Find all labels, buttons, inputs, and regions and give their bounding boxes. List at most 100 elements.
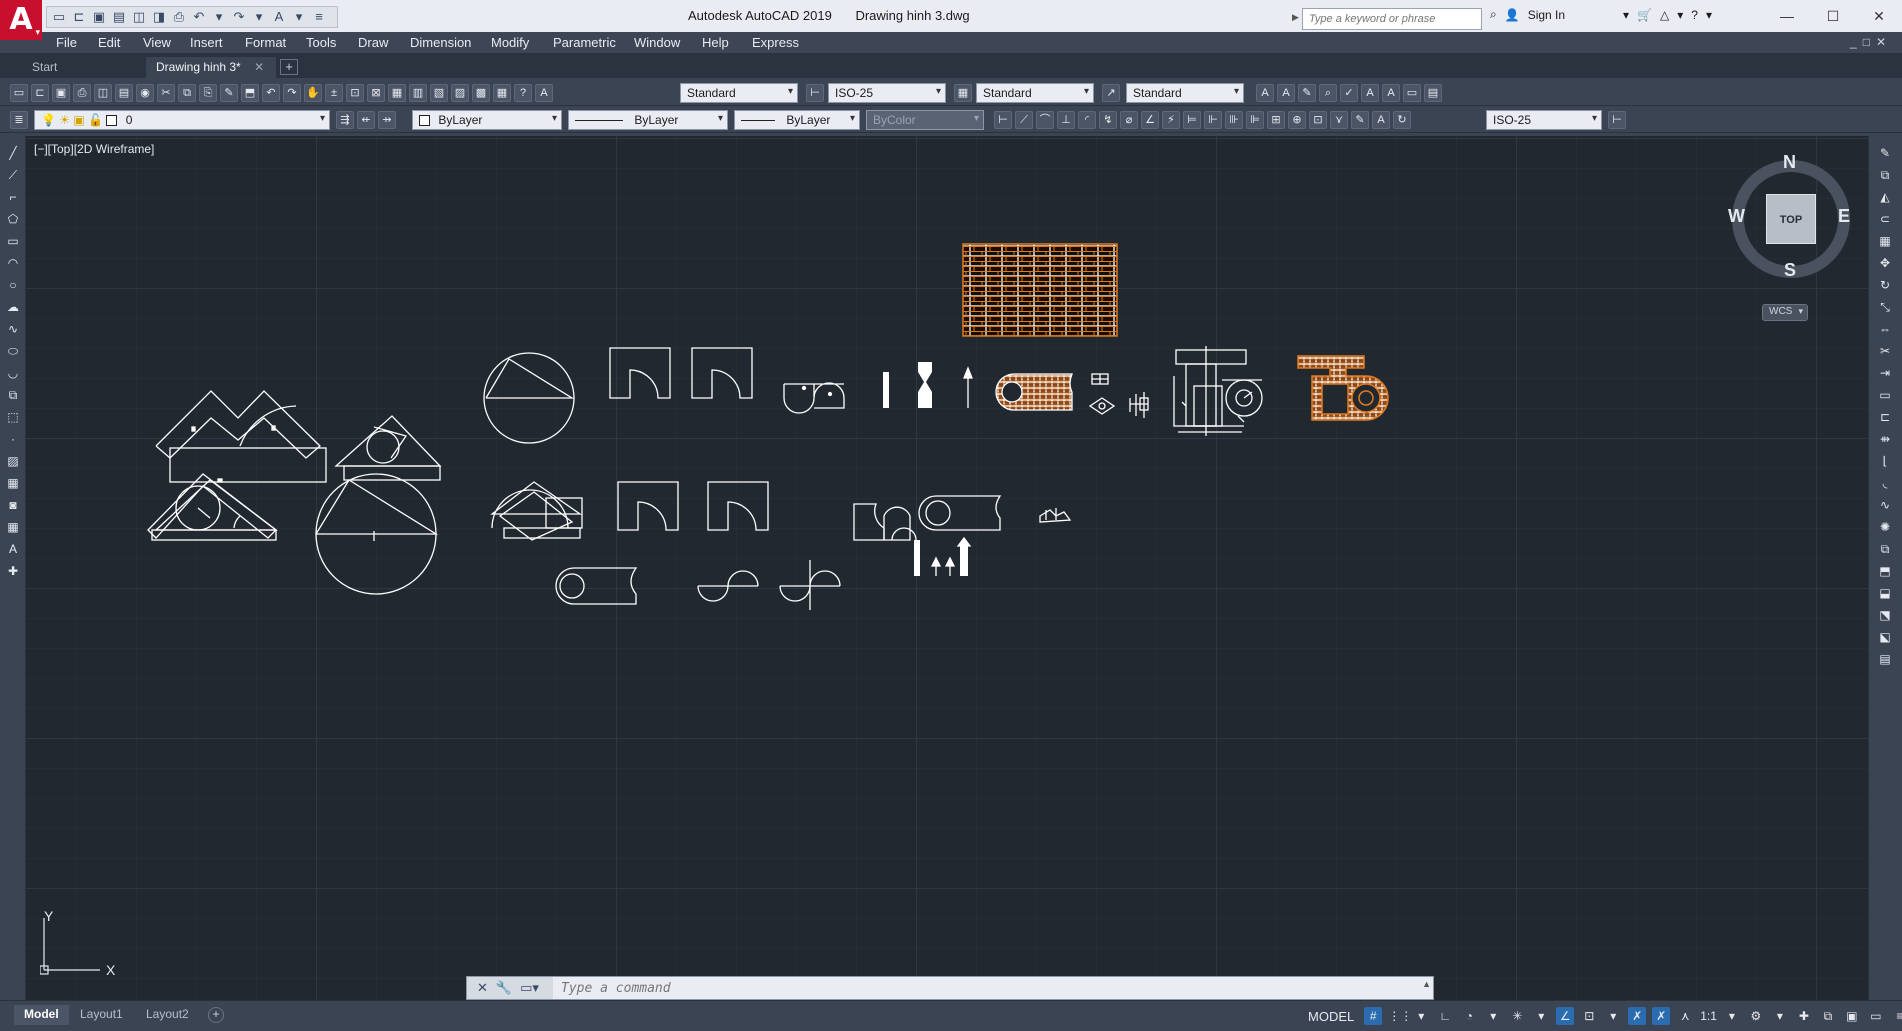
multileader-style-icon[interactable]: ↗ (1102, 84, 1120, 102)
menu-file[interactable]: File (56, 35, 77, 50)
chamfer-icon[interactable]: ⌊ (1877, 452, 1893, 470)
close-button[interactable]: ✕ (1856, 0, 1902, 32)
annotation-scale-icon[interactable]: ⋏ (1676, 1007, 1694, 1025)
document-window-controls[interactable]: _□✕ (1850, 35, 1892, 49)
customize-qat-icon[interactable]: ≡ (311, 9, 327, 25)
color-select[interactable]: ByLayer (412, 110, 562, 130)
offset-icon[interactable]: ⊂ (1877, 210, 1893, 228)
menu-edit[interactable]: Edit (98, 35, 120, 50)
text-front-icon[interactable]: ▤ (1877, 650, 1893, 668)
redo-icon[interactable]: ↷ (231, 9, 247, 25)
text-style-select[interactable]: Standard (680, 83, 798, 103)
tool-palettes-icon[interactable]: ▧ (430, 84, 448, 102)
undo-icon[interactable]: ↶ (262, 84, 280, 102)
compass-north[interactable]: N (1783, 152, 1796, 173)
angular-dim-icon[interactable]: ∠ (1141, 111, 1159, 129)
sheet-set-icon[interactable]: ▨ (451, 84, 469, 102)
diameter-dim-icon[interactable]: ⌀ (1120, 111, 1138, 129)
command-history-icon[interactable]: ▲ (1422, 979, 1431, 989)
layout-tab-layout1[interactable]: Layout1 (70, 1005, 133, 1025)
save-web-icon[interactable]: ◨ (151, 9, 167, 25)
fillet-icon[interactable]: ◟ (1877, 474, 1893, 492)
drawing-circle-large[interactable] (315, 473, 439, 595)
menu-parametric[interactable]: Parametric (553, 35, 616, 50)
drawing-symbols[interactable] (883, 362, 973, 408)
drawing-assembly-orange[interactable] (1297, 355, 1389, 421)
menu-tools[interactable]: Tools (306, 35, 336, 50)
undo-icon[interactable]: ↶ (191, 9, 207, 25)
edit-text-icon[interactable]: ✎ (1298, 84, 1316, 102)
open-file-icon[interactable]: ⊏ (71, 9, 87, 25)
mirror-icon[interactable]: ◭ (1877, 188, 1893, 206)
jogged-dim-icon[interactable]: ↯ (1099, 111, 1117, 129)
hatch-icon[interactable]: ▨ (5, 452, 21, 470)
dim-text-edit-icon[interactable]: A (1372, 111, 1390, 129)
block-editor-icon[interactable]: ⬒ (241, 84, 259, 102)
binoculars-icon[interactable]: ⌕ (1490, 7, 1497, 22)
isometric-drafting-icon[interactable]: ∠ (1556, 1007, 1575, 1025)
revision-cloud-icon[interactable]: ☁ (5, 298, 21, 316)
text-scale-icon[interactable]: A (1361, 84, 1379, 102)
copy-icon[interactable]: ⧉ (178, 84, 196, 102)
multiline-text-icon[interactable]: A (1256, 84, 1274, 102)
text-style-icon[interactable]: A (535, 84, 553, 102)
drawing-s-curve-axis[interactable] (779, 560, 841, 610)
join-icon[interactable]: ⇻ (1877, 430, 1893, 448)
justify-text-icon[interactable]: A (1382, 84, 1400, 102)
insert-block-icon[interactable]: ⧉ (5, 386, 21, 404)
draworder-icon[interactable]: ⧉ (1877, 540, 1893, 558)
menu-modify[interactable]: Modify (491, 35, 529, 50)
region-icon[interactable]: ◙ (5, 496, 21, 514)
design-center-icon[interactable]: ▥ (409, 84, 427, 102)
send-back-icon[interactable]: ⬓ (1877, 584, 1893, 602)
polar-dropdown-icon[interactable]: ▾ (1532, 1007, 1550, 1025)
layer-previous-icon[interactable]: ⇷ (357, 111, 375, 129)
multileader-style-select[interactable]: Standard (1126, 83, 1244, 103)
drawing-triangle-circle-medium[interactable] (147, 473, 278, 541)
hardware-acceleration-icon[interactable]: ▣ (1843, 1007, 1861, 1025)
drawing-half-circles[interactable] (783, 382, 845, 414)
recent-commands-icon[interactable]: ▭▾ (520, 980, 539, 996)
help-icon[interactable]: ? (1691, 8, 1698, 22)
stretch-icon[interactable]: ⇔ (1877, 320, 1893, 338)
menu-insert[interactable]: Insert (190, 35, 223, 50)
plot-icon[interactable]: ⎙ (73, 84, 91, 102)
a360-dropdown-icon[interactable]: ▾ (1677, 8, 1683, 22)
drawing-link-and-half-circles[interactable] (853, 495, 1002, 576)
minimize-button[interactable]: — (1764, 0, 1810, 32)
redo-dropdown-icon[interactable]: ▾ (251, 9, 267, 25)
lineweight-select[interactable]: ByLayer (734, 110, 860, 130)
make-current-layer-icon[interactable]: ⇶ (336, 111, 354, 129)
save-as-icon[interactable]: ▤ (111, 9, 127, 25)
new-icon[interactable]: ▭ (10, 84, 28, 102)
quickcalc-icon[interactable]: ▦ (493, 84, 511, 102)
circle-icon[interactable]: ○ (5, 276, 21, 294)
dynamic-input-icon[interactable]: ◔ (1460, 1007, 1478, 1025)
erase-icon[interactable]: ✎ (1877, 144, 1893, 162)
drawing-triangle-large[interactable] (155, 390, 327, 483)
menu-view[interactable]: View (143, 35, 171, 50)
drawing-link-row3[interactable] (555, 567, 638, 605)
cart-icon[interactable]: 🛒 (1637, 8, 1652, 22)
dim-edit-icon[interactable]: ✎ (1351, 111, 1369, 129)
rectangle-icon[interactable]: ▭ (5, 232, 21, 250)
text-frame-icon[interactable]: ▭ (1403, 84, 1421, 102)
save-icon[interactable]: ▣ (52, 84, 70, 102)
break-icon[interactable]: ⊏ (1877, 408, 1893, 426)
layout-tab-model[interactable]: Model (14, 1005, 69, 1025)
trim-icon[interactable]: ✂ (1877, 342, 1893, 360)
linetype-select[interactable]: ByLayer (568, 110, 728, 130)
table-icon[interactable]: ▦ (5, 518, 21, 536)
layer-properties-icon[interactable]: ≣ (10, 111, 28, 129)
drawing-s-curve[interactable] (697, 570, 759, 602)
close-command-line-icon[interactable]: ✕ (477, 980, 488, 996)
polar-tracking-icon[interactable]: ✳ (1508, 1007, 1526, 1025)
drawing-small-details[interactable] (1088, 373, 1149, 418)
plus-icon[interactable]: ✚ (1795, 1007, 1813, 1025)
aligned-dim-icon[interactable]: ⟋ (1015, 111, 1033, 129)
dim-update-icon[interactable]: ↻ (1393, 111, 1411, 129)
menu-help[interactable]: Help (702, 35, 729, 50)
construction-line-icon[interactable]: ⟋ (5, 166, 21, 184)
ellipse-arc-icon[interactable]: ◡ (5, 364, 21, 382)
drawing-link-wood-hatch[interactable] (995, 373, 1073, 411)
